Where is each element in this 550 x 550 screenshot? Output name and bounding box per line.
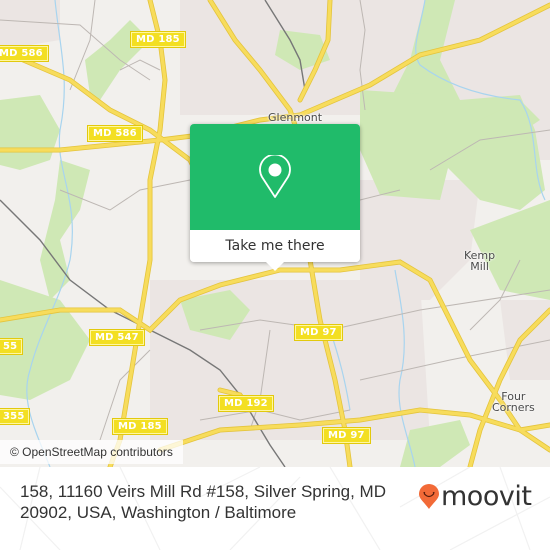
address-text: 158, 11160 Veirs Mill Rd #158, Silver Sp… [20, 482, 386, 522]
road-shield-md586: MD 586 [88, 126, 142, 141]
moovit-wordmark: moovit [441, 481, 532, 512]
map-pin-icon [259, 155, 291, 198]
map-view[interactable]: Glenmont Kemp Mill Four Corners MD 586 M… [0, 0, 550, 467]
road-shield-md185: MD 185 [131, 32, 185, 47]
road-shield-md355: 55 [0, 339, 23, 354]
place-label-kemp-mill: Kemp Mill [464, 249, 496, 273]
road-shield-md185: MD 185 [113, 419, 167, 434]
popup-pointer [266, 262, 284, 271]
place-label-glenmont: Glenmont [268, 111, 323, 124]
moovit-logo[interactable]: moovit [418, 481, 532, 512]
place-label-four-corners: Four Corners [492, 390, 535, 414]
map-attribution[interactable]: © OpenStreetMap contributors [0, 440, 183, 464]
location-popup: Take me there [190, 124, 360, 271]
popup-header [190, 124, 360, 230]
take-me-there-button[interactable]: Take me there [190, 230, 360, 262]
road-shield-md586: MD 586 [0, 46, 48, 61]
road-shield-md97: MD 97 [323, 428, 370, 443]
road-shield-md355: 355 [0, 409, 30, 424]
footer: 158, 11160 Veirs Mill Rd #158, Silver Sp… [0, 467, 550, 550]
moovit-pin-smile-icon [419, 484, 439, 509]
road-shield-md192: MD 192 [219, 396, 273, 411]
road-shield-md547: MD 547 [90, 330, 144, 345]
road-shield-md97: MD 97 [295, 325, 342, 340]
